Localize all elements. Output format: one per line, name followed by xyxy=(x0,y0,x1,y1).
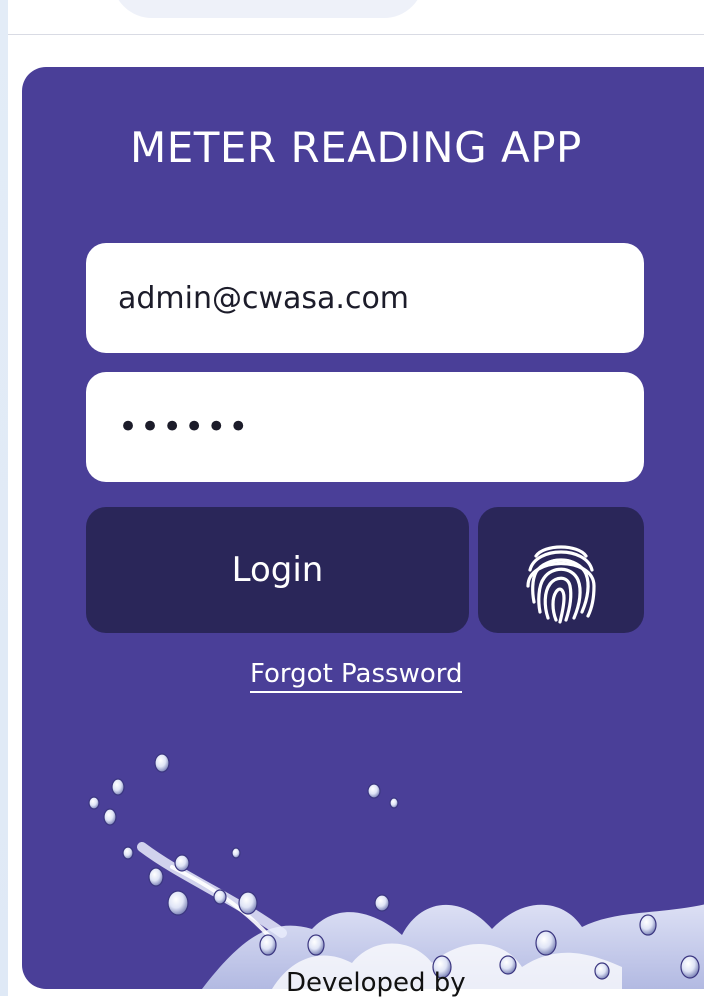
top-header-pill xyxy=(112,0,424,18)
top-divider xyxy=(8,34,704,35)
fingerprint-login-button[interactable] xyxy=(478,507,644,633)
password-field[interactable] xyxy=(86,372,644,482)
app-title: METER READING APP xyxy=(130,123,582,172)
developed-by-text: Developed by xyxy=(286,968,466,998)
email-field[interactable] xyxy=(86,243,644,353)
fingerprint-icon xyxy=(526,545,596,624)
login-card: METER READING APP Login Forgot Password xyxy=(22,67,704,989)
water-splash-image xyxy=(88,753,704,989)
left-edge-strip xyxy=(0,0,8,996)
login-button[interactable]: Login xyxy=(86,507,469,633)
